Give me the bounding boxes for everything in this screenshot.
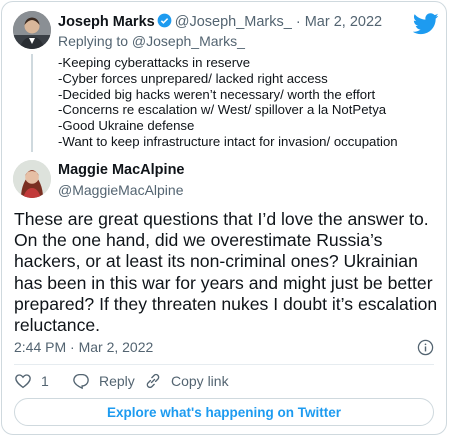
thread-connector-line — [31, 54, 33, 152]
tweet1-author-name[interactable]: Joseph Marks — [58, 14, 155, 30]
like-count: 1 — [41, 373, 49, 389]
twitter-bird-icon[interactable] — [413, 13, 439, 35]
tweet2-handle[interactable]: @MaggieMacAlpine — [58, 182, 184, 198]
copy-link-label: Copy link — [171, 373, 229, 389]
tweet2-line: On the one hand, did we overestimate Rus… — [14, 230, 383, 251]
tweet2-author-name[interactable]: Maggie MacAlpine — [58, 162, 185, 178]
verified-badge-icon — [157, 13, 172, 28]
tweet-timestamp[interactable]: 2:44 PM · Mar 2, 2022 — [14, 339, 153, 355]
tweet2-line: These are great questions that I’d love … — [14, 209, 429, 229]
reply-label: Reply — [99, 373, 135, 389]
tweet1-line: -Concerns re escalation w/ West/ spillov… — [58, 102, 387, 118]
tweet2-line: has been in this war for years and might… — [14, 272, 433, 293]
tweet1-header: Joseph Marks @Joseph_Marks_ · Mar 2, 2022 — [58, 13, 382, 30]
info-icon[interactable] — [417, 339, 434, 356]
heart-icon — [15, 374, 31, 389]
replying-to[interactable]: Replying to @Joseph_Marks_ — [58, 33, 245, 49]
tweet1-line: -Good Ukraine defense — [58, 118, 195, 134]
tweet2-line: prepared? If they threaten nukes I doubt… — [14, 293, 438, 314]
reply-bubble-icon — [73, 373, 89, 390]
tweet1-separator: · — [295, 14, 301, 30]
reply-button[interactable]: Reply — [72, 372, 135, 390]
tweet2-line: reluctance. — [14, 315, 101, 336]
avatar-maggie-macalpine[interactable] — [13, 160, 51, 198]
tweet1-line: -Want to keep infrastructure intact for … — [58, 133, 398, 149]
avatar-photo — [13, 11, 51, 49]
tweet1-text: -Keeping cyberattacks in reserve -Cyber … — [58, 55, 398, 150]
copy-link-button[interactable]: Copy link — [144, 372, 229, 390]
explore-twitter-button[interactable]: Explore what's happening on Twitter — [14, 398, 434, 426]
tweet1-date[interactable]: Mar 2, 2022 — [305, 14, 382, 30]
link-icon — [146, 373, 160, 389]
tweet1-line: -Decided big hacks weren’t necessary/ wo… — [58, 86, 376, 102]
divider — [14, 364, 434, 365]
tweet1-line: -Cyber forces unprepared/ lacked right a… — [58, 70, 328, 86]
tweet1-handle[interactable]: @Joseph_Marks_ — [175, 14, 292, 30]
tweet2-text: These are great questions that I’d love … — [14, 209, 439, 336]
avatar-photo — [13, 160, 51, 198]
avatar-joseph-marks[interactable] — [13, 11, 51, 49]
tweet2-line: hackers, or at least its non-criminal on… — [14, 251, 418, 272]
tweet1-line: -Keeping cyberattacks in reserve — [58, 55, 251, 70]
like-button[interactable]: 1 — [14, 372, 49, 390]
